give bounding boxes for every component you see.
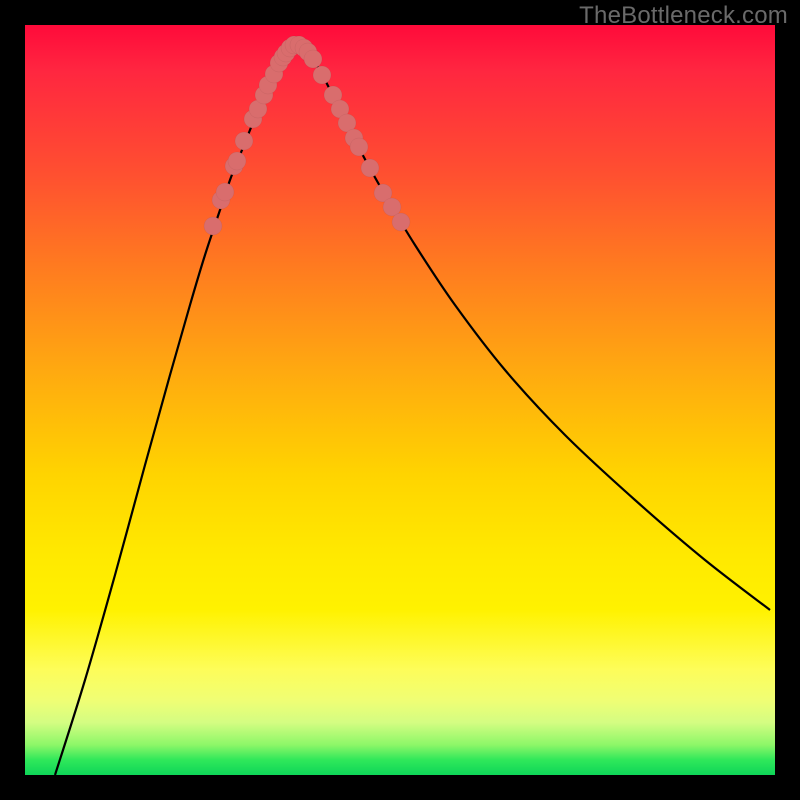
marker-dot <box>235 132 253 150</box>
marker-dot <box>204 217 222 235</box>
marker-dot <box>350 138 368 156</box>
marker-dot <box>304 50 322 68</box>
marker-dot <box>313 66 331 84</box>
marker-dot <box>216 183 234 201</box>
marker-dot <box>392 213 410 231</box>
bottleneck-curve <box>55 45 770 775</box>
marker-dot <box>361 159 379 177</box>
chart-area <box>25 25 775 775</box>
marker-dots <box>204 36 410 235</box>
marker-dot <box>228 152 246 170</box>
watermark-text: TheBottleneck.com <box>579 2 788 30</box>
plot-svg <box>25 25 775 775</box>
